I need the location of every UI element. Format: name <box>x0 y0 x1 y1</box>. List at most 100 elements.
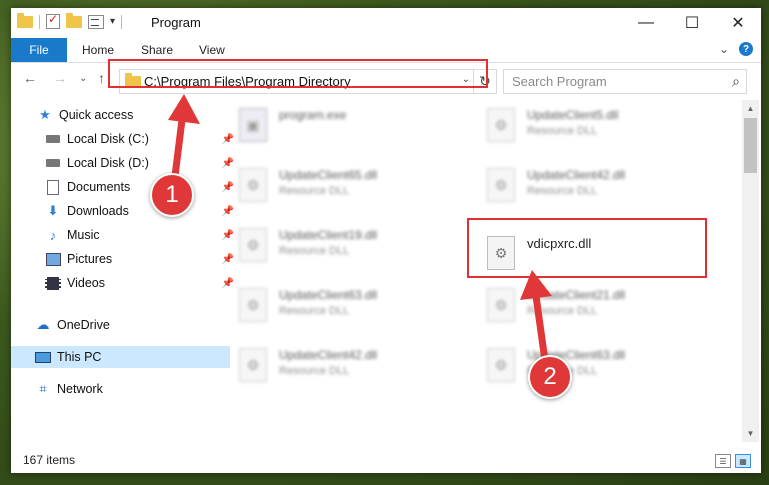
sidebar-item-label: OneDrive <box>57 318 110 332</box>
pictures-icon <box>45 251 61 267</box>
maximize-button[interactable]: ☐ <box>669 8 715 38</box>
drive-icon <box>45 131 61 147</box>
sidebar-item-videos[interactable]: Videos 📌 <box>11 272 240 294</box>
dll-file-icon: ⚙ <box>487 168 515 202</box>
back-button[interactable]: ← <box>23 70 37 86</box>
sidebar-item-pictures[interactable]: Pictures 📌 <box>11 248 240 270</box>
list-item[interactable]: ⚙ UpdateClient42.dll Resource DLL <box>217 338 447 388</box>
cloud-icon: ☁ <box>36 317 50 332</box>
status-bar: 167 items ☰ ▦ <box>11 448 761 473</box>
sidebar-item-music[interactable]: ♪ Music 📌 <box>11 224 240 246</box>
dll-file-icon: ⚙ <box>239 348 267 382</box>
file-type: Resource DLL <box>279 245 350 257</box>
sidebar-item-label: Downloads <box>67 204 129 218</box>
file-name: UpdateClient42.dll <box>279 348 378 362</box>
tab-view[interactable]: View <box>199 43 225 57</box>
address-bar-highlight <box>108 59 488 88</box>
sidebar-item-label: Network <box>57 382 103 396</box>
list-item[interactable]: ⚙ UpdateClient19.dll Resource DLL <box>217 218 447 268</box>
scroll-down-arrow-icon[interactable]: ▼ <box>742 425 759 442</box>
sidebar-item-label: Local Disk (D:) <box>67 156 149 170</box>
minimize-button[interactable]: — <box>623 8 669 38</box>
properties-icon[interactable] <box>88 14 104 29</box>
folder-icon <box>17 12 33 28</box>
sidebar-item-documents[interactable]: Documents 📌 <box>11 176 240 198</box>
list-item[interactable]: ▣ program.exe <box>217 98 447 148</box>
list-item[interactable]: ⚙ UpdateClient5.dll Resource DLL <box>465 98 695 148</box>
close-button[interactable]: ✕ <box>715 8 761 38</box>
sidebar-item-label: This PC <box>57 350 102 364</box>
file-name: program.exe <box>279 108 347 122</box>
sidebar-item-local-disk-d[interactable]: Local Disk (D:) 📌 <box>11 152 240 174</box>
dll-file-icon: ⚙ <box>487 288 515 322</box>
tab-share[interactable]: Share <box>141 43 173 57</box>
sidebar-item-onedrive[interactable]: ☁ OneDrive <box>11 314 230 336</box>
dll-file-icon: ⚙ <box>487 108 515 142</box>
sidebar-item-label: Music <box>67 228 100 242</box>
file-name: UpdateClient63.dll <box>279 288 378 302</box>
title-bar: ▾ Program — ☐ ✕ <box>11 8 761 38</box>
step-1-badge: 1 <box>150 173 194 217</box>
expand-ribbon-chevron-icon[interactable]: ⌄ <box>719 42 729 56</box>
tab-file[interactable]: File <box>11 38 67 62</box>
file-name: UpdateClient65.dll <box>279 168 378 182</box>
scroll-thumb[interactable] <box>744 118 757 173</box>
drive-icon <box>45 155 61 171</box>
search-box[interactable]: ⌕ <box>503 69 747 94</box>
customize-toolbar-chevron-icon[interactable]: ▾ <box>110 16 115 27</box>
download-icon: ⬇ <box>47 203 59 218</box>
new-folder-icon[interactable] <box>66 12 82 28</box>
details-view-icon[interactable]: ☰ <box>715 454 731 468</box>
properties-check-icon[interactable] <box>46 12 60 29</box>
sidebar-item-label: Videos <box>67 276 105 290</box>
quick-access-toolbar: ▾ <box>17 12 123 29</box>
network-icon: ⌗ <box>39 381 47 396</box>
sidebar-item-label: Quick access <box>59 108 134 122</box>
sidebar-item-label: Documents <box>67 180 131 194</box>
list-item[interactable]: ⚙ UpdateClient21.dll Resource DLL <box>465 278 695 328</box>
forward-button[interactable]: → <box>53 70 67 86</box>
sidebar-item-label: Pictures <box>67 252 113 266</box>
file-name: UpdateClient5.dll <box>527 108 619 122</box>
pc-icon <box>35 349 51 365</box>
music-icon: ♪ <box>49 227 57 243</box>
file-type: Resource DLL <box>279 305 350 317</box>
sidebar-item-downloads[interactable]: ⬇ Downloads 📌 <box>11 200 240 222</box>
tab-home[interactable]: Home <box>82 43 114 57</box>
list-item[interactable]: ⚙ UpdateClient65.dll Resource DLL <box>217 158 447 208</box>
dll-file-icon: ⚙ <box>239 288 267 322</box>
list-item[interactable]: ⚙ UpdateClient42.dll Resource DLL <box>465 158 695 208</box>
dll-file-icon: ⚙ <box>487 348 515 382</box>
search-input[interactable] <box>512 74 712 89</box>
large-icons-view-icon[interactable]: ▦ <box>735 454 751 468</box>
item-count: 167 items <box>23 453 76 467</box>
sidebar-item-label: Local Disk (C:) <box>67 132 149 146</box>
file-highlight <box>467 218 707 278</box>
video-icon <box>45 275 61 291</box>
file-name: UpdateClient19.dll <box>279 228 378 242</box>
scroll-up-arrow-icon[interactable]: ▲ <box>742 100 759 117</box>
recent-locations-chevron-icon[interactable]: ⌄ <box>79 73 87 84</box>
documents-icon <box>45 179 61 195</box>
step-2-badge: 2 <box>528 355 572 399</box>
vertical-scrollbar[interactable]: ▲ ▼ <box>742 100 759 442</box>
dll-file-icon: ⚙ <box>239 228 267 262</box>
file-type: Resource DLL <box>279 185 350 197</box>
search-icon[interactable]: ⌕ <box>732 73 740 90</box>
file-name: UpdateClient42.dll <box>527 168 626 182</box>
up-button[interactable]: ↑ <box>98 70 105 86</box>
sidebar-item-network[interactable]: ⌗ Network <box>11 378 230 400</box>
sidebar-item-local-disk-c[interactable]: Local Disk (C:) 📌 <box>11 128 240 150</box>
help-icon[interactable]: ? <box>739 42 753 56</box>
file-type: Resource DLL <box>527 185 598 197</box>
file-type: Resource DLL <box>527 125 598 137</box>
window-title: Program <box>151 15 201 30</box>
toolbar-separator <box>121 14 123 29</box>
sidebar-item-this-pc[interactable]: This PC <box>11 346 230 368</box>
list-item[interactable]: ⚙ UpdateClient63.dll Resource DLL <box>465 338 695 388</box>
file-type: Resource DLL <box>279 365 350 377</box>
list-item[interactable]: ⚙ UpdateClient63.dll Resource DLL <box>217 278 447 328</box>
star-icon: ★ <box>39 107 51 122</box>
dll-file-icon: ⚙ <box>239 168 267 202</box>
executable-file-icon: ▣ <box>239 108 267 142</box>
